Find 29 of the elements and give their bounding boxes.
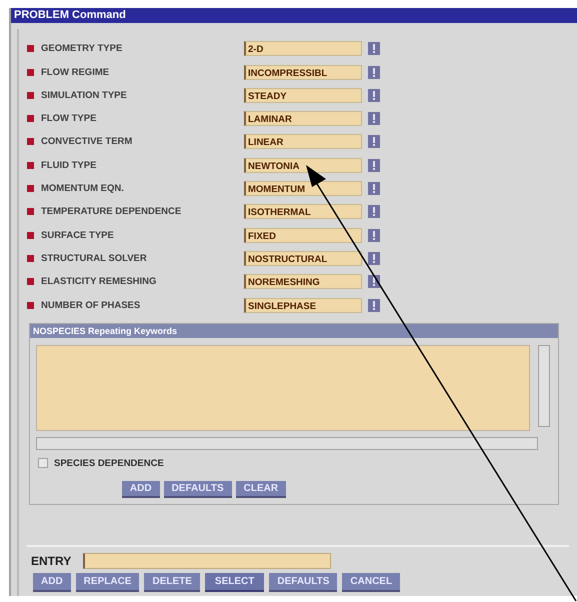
keyword-label: CONVECTIVE TERM [41, 136, 134, 148]
command-button[interactable]: SELECT [204, 573, 264, 592]
keyword-label: FLOW TYPE [41, 113, 98, 124]
keyword-label: TEMPERATURE DEPENDENCE [41, 206, 182, 218]
value-field[interactable]: MOMENTUM [244, 181, 362, 196]
value-field[interactable]: NEWTONIA [244, 158, 362, 173]
keyword-label: FLOW REGIME [41, 66, 110, 78]
value-field[interactable]: FIXED [244, 228, 362, 243]
keyword-label: NUMBER OF PHASES [41, 300, 142, 311]
keyword-label: MOMENTUM EQN. [41, 183, 125, 194]
keyword-label: FLUID TYPE [41, 160, 98, 171]
keyword-label: GEOMETRY TYPE [41, 43, 124, 54]
value-field[interactable]: 2-D [244, 41, 362, 56]
keyword-label: STRUCTURAL SOLVER [41, 252, 148, 264]
window-title: PROBLEM Command [11, 8, 577, 23]
value-field[interactable]: ISOTHERMAL [244, 204, 362, 220]
checkbox-label: SPECIES DEPENDENCE [54, 458, 164, 469]
keyword-label: ELASTICITY REMESHING [41, 276, 158, 288]
value-field[interactable]: NOREMESHING [244, 274, 362, 290]
value-field[interactable]: INCOMPRESSIBL [244, 64, 362, 80]
section-title: NOSPECIES Repeating Keywords [30, 324, 558, 338]
value-field[interactable]: LINEAR [244, 134, 362, 150]
value-field[interactable]: STEADY [244, 88, 362, 103]
entry-label: ENTRY [31, 554, 72, 568]
value-field[interactable]: NOSTRUCTURAL [244, 250, 362, 266]
value-field[interactable]: LAMINAR [244, 111, 362, 126]
keyword-label: SURFACE TYPE [41, 230, 115, 241]
value-field[interactable]: SINGLEPHASE [244, 298, 362, 313]
keyword-label: SIMULATION TYPE [41, 90, 128, 101]
